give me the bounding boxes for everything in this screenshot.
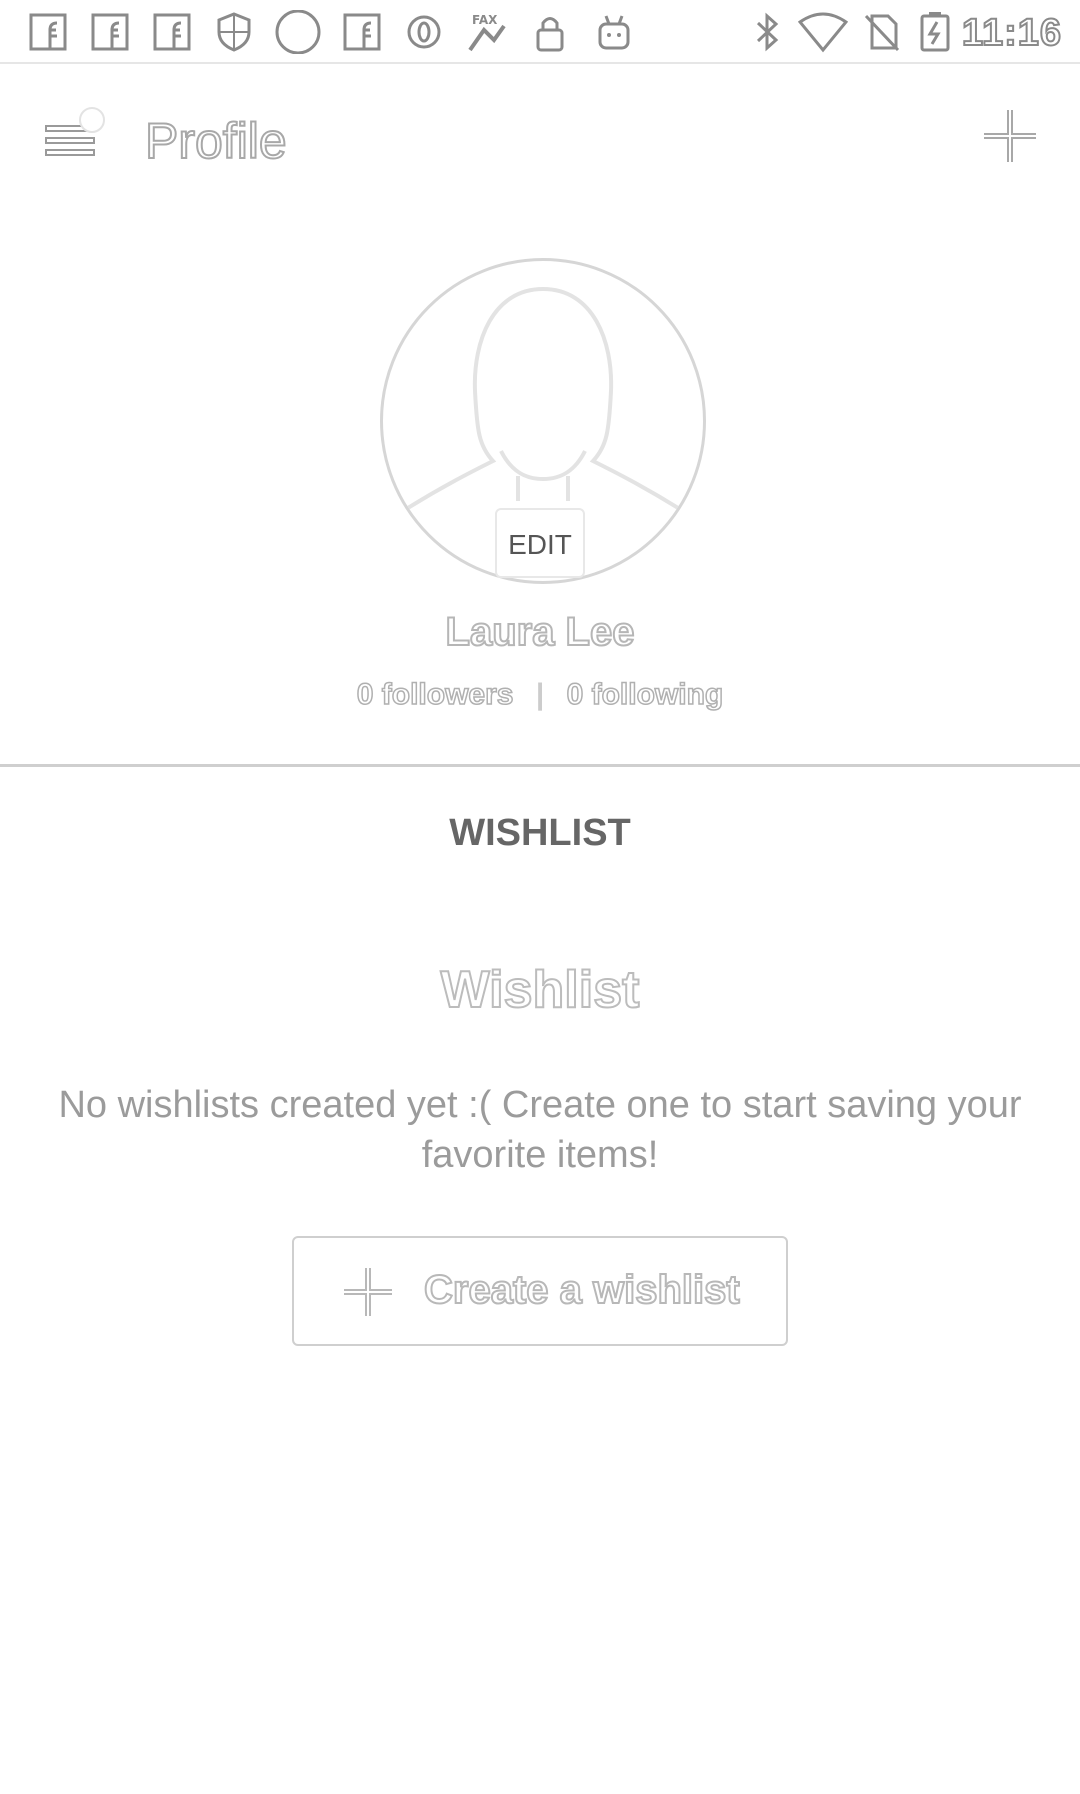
hamburger-menu-icon[interactable] <box>40 104 110 174</box>
empty-state-message: No wishlists created yet :( Create one t… <box>58 1084 1022 1176</box>
plus-icon <box>340 1264 396 1320</box>
create-wishlist-label: Create a wishlist <box>423 1267 741 1313</box>
facebook-icon <box>152 10 192 54</box>
circle-icon <box>272 9 324 55</box>
facebook-icon <box>28 10 68 54</box>
facebook-icon <box>90 10 130 54</box>
section-divider <box>0 764 1080 767</box>
lock-icon <box>530 10 570 54</box>
wifi-icon <box>797 10 849 54</box>
profile-name: Laura Lee <box>445 609 636 655</box>
no-sim-icon <box>862 10 902 54</box>
status-bar: FAX 11:16 <box>0 0 1080 64</box>
follow-stats: 0 followers | 0 following <box>0 677 1080 712</box>
wishlist-title: Wishlist <box>440 960 641 1020</box>
tab-wishlist[interactable]: WISHLIST <box>0 812 1080 855</box>
follow-separator: | <box>535 678 545 711</box>
following-count[interactable]: 0 following <box>566 677 724 712</box>
edit-avatar-button[interactable]: EDIT <box>495 508 585 578</box>
status-time: 11:16 <box>961 11 1062 55</box>
opera-icon <box>404 10 444 54</box>
battery-charging-icon <box>918 10 952 54</box>
create-wishlist-button[interactable]: Create a wishlist <box>292 1236 788 1346</box>
fax-icon: FAX <box>464 10 510 54</box>
page-title: Profile <box>144 112 288 170</box>
facebook-icon <box>342 10 382 54</box>
shield-icon <box>214 10 254 54</box>
followers-count[interactable]: 0 followers <box>356 677 514 712</box>
app-bar: Profile <box>0 64 1080 214</box>
bluetooth-icon <box>752 10 784 54</box>
svg-text:FAX: FAX <box>472 13 498 27</box>
profile-screen: FAX 11:16 Profile EDIT Laura Lee 0 follo… <box>0 0 1080 1794</box>
android-icon <box>594 10 634 54</box>
plus-icon[interactable] <box>980 106 1040 166</box>
